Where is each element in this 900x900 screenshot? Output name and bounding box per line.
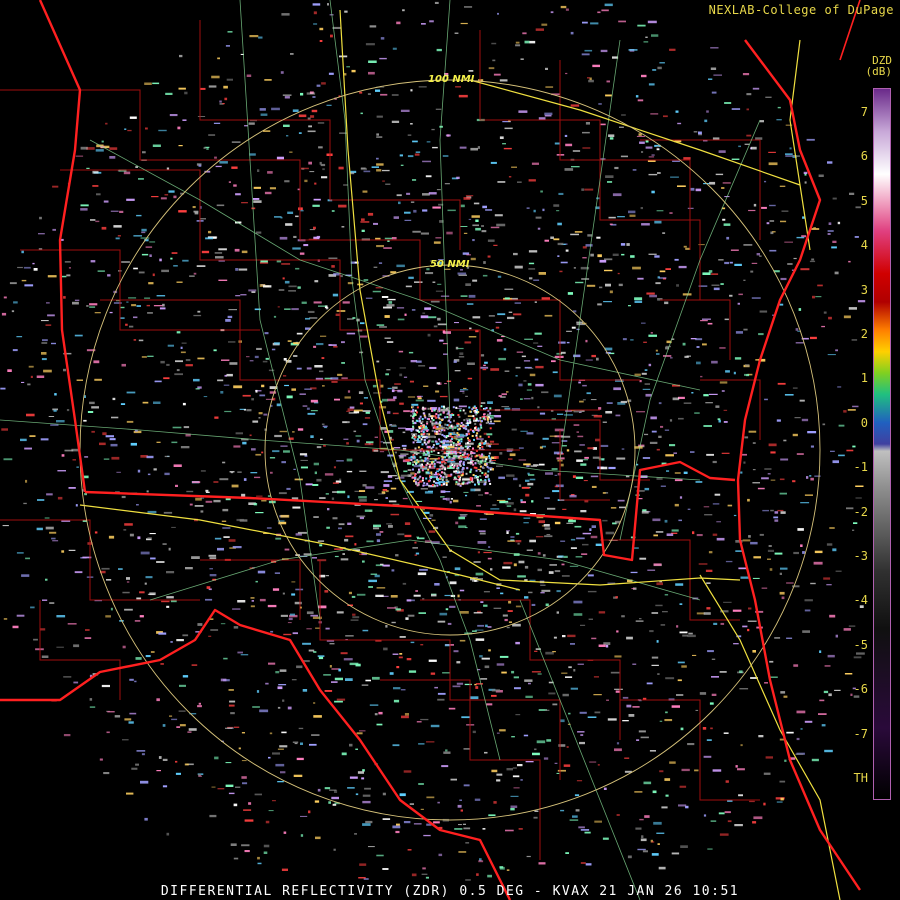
colorbar-tick: 2 <box>860 327 868 341</box>
colorbar-tick: 1 <box>860 371 868 386</box>
colorbar-tick: -7 <box>853 726 868 741</box>
colorbar-tick: -2 <box>853 504 868 519</box>
radar-map: 100 NMI 50 NMI <box>0 0 900 900</box>
legend-header: DZD (dB) <box>840 55 893 78</box>
colorbar-tick: 4 <box>860 238 868 253</box>
ring-label-50: 50 NMI <box>430 259 470 270</box>
colorbar-tick: -6 <box>853 682 868 697</box>
colorbar-tick: 7 <box>860 105 868 119</box>
colorbar-tick: -5 <box>853 637 868 652</box>
colorbar-tick: 3 <box>860 282 868 297</box>
colorbar-tick: 5 <box>860 193 868 208</box>
zdr-colorbar <box>873 88 891 800</box>
colorbar-tick: TH <box>853 771 868 785</box>
colorbar-tick: 6 <box>860 149 868 164</box>
credit-label: NEXLAB-College of DuPage <box>708 3 894 17</box>
colorbar-tick: -1 <box>853 460 868 475</box>
ring-label-100: 100 NMI <box>428 74 475 85</box>
legend-unit: (dB) <box>865 65 893 78</box>
colorbar-tick: 0 <box>860 415 868 430</box>
product-footer: DIFFERENTIAL REFLECTIVITY (ZDR) 0.5 DEG … <box>160 884 740 899</box>
colorbar-tick: -4 <box>853 593 868 608</box>
colorbar-tick: -3 <box>853 549 868 563</box>
